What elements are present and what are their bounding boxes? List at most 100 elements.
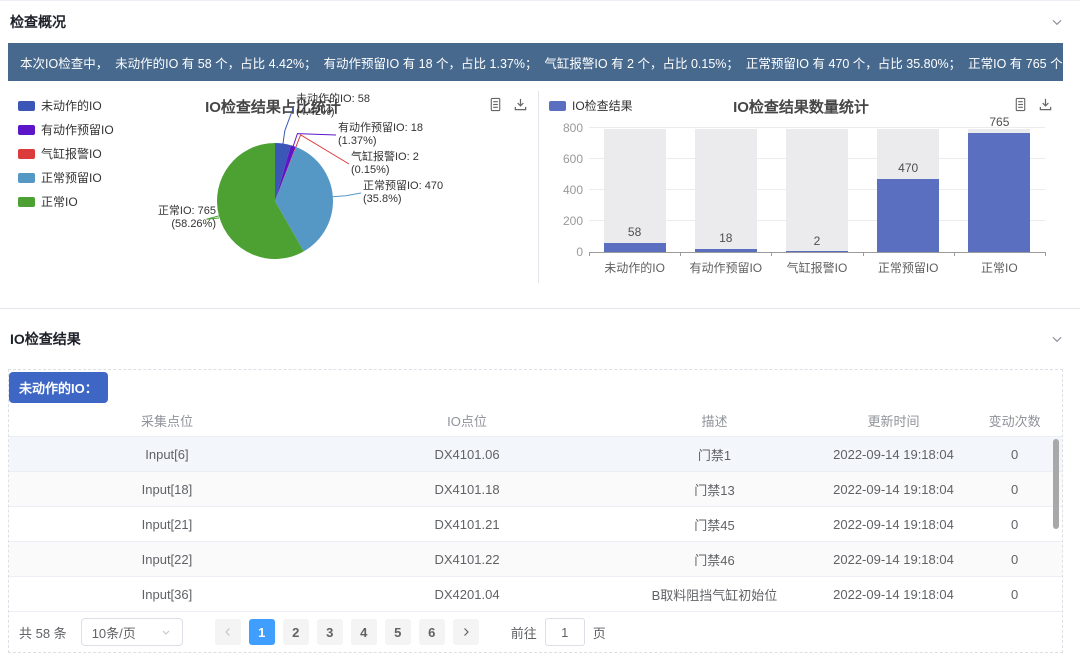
legend-item[interactable]: IO检查结果 [549, 97, 633, 114]
total-count: 共 58 条 [19, 623, 67, 642]
column-header: 采集点位 [9, 411, 325, 430]
table-cell: 2022-09-14 19:18:04 [820, 587, 967, 602]
pagination: 共 58 条 10条/页 123456 [9, 612, 1062, 652]
section-results: IO检查结果 未动作的IO： 采集点位 IO点位 描述 更新时间 变动次数 In… [0, 309, 1080, 653]
y-tick-label: 200 [543, 214, 583, 228]
pie-label-line [333, 193, 361, 197]
table-cell: 0 [967, 587, 1062, 602]
results-container: 未动作的IO： 采集点位 IO点位 描述 更新时间 变动次数 Input[6] … [8, 369, 1063, 653]
x-tick-label: 未动作的IO [589, 259, 680, 276]
legend-swatch [549, 101, 566, 111]
goto-suffix: 页 [593, 623, 606, 642]
page-button[interactable]: 4 [351, 619, 377, 645]
legend-swatch [18, 101, 35, 111]
chevron-down-icon[interactable] [1050, 15, 1064, 29]
table-cell: DX4101.18 [325, 482, 609, 497]
bar-cell: 765 [954, 129, 1045, 252]
legend-label: 气缸报警IO [41, 145, 102, 162]
bar [604, 243, 666, 252]
table-cell: Input[18] [9, 482, 325, 497]
page-button-active[interactable]: 1 [249, 619, 275, 645]
page-button[interactable]: 2 [283, 619, 309, 645]
table-row: Input[18] DX4101.18 门禁13 2022-09-14 19:1… [9, 472, 1062, 507]
table-cell: 门禁13 [609, 480, 820, 499]
table-cell: 门禁1 [609, 445, 820, 464]
overview-header: 检查概况 [0, 1, 1080, 43]
bar [968, 133, 1030, 252]
y-tick-label: 600 [543, 152, 583, 166]
results-table: 采集点位 IO点位 描述 更新时间 变动次数 Input[6] DX4101.0… [9, 405, 1062, 612]
legend-item[interactable]: 正常预留IO [18, 169, 114, 186]
table-cell: 2022-09-14 19:18:04 [820, 552, 967, 567]
bar-legend: IO检查结果 [549, 97, 633, 121]
table-cell: 2022-09-14 19:18:04 [820, 447, 967, 462]
goto-page-input[interactable] [545, 618, 585, 646]
bar-toolbox [1013, 97, 1053, 112]
y-tick-label: 800 [543, 121, 583, 135]
next-page-button[interactable] [453, 619, 479, 645]
charts-row: 未动作的IO有动作预留IO气缸报警IO正常预留IO正常IO IO检查结果占比统计 [8, 89, 1063, 285]
legend-swatch [18, 197, 35, 207]
column-header: 描述 [609, 411, 820, 430]
legend-item[interactable]: 未动作的IO [18, 97, 114, 114]
legend-item[interactable]: 正常IO [18, 193, 114, 210]
download-image-icon[interactable] [1038, 97, 1053, 112]
legend-label: IO检查结果 [572, 97, 633, 114]
axis-tick [589, 252, 590, 256]
x-tick-label: 气缸报警IO [771, 259, 862, 276]
table-cell: 0 [967, 482, 1062, 497]
pie-legend: 未动作的IO 有动作预留IO 气缸报警IO 正常预留IO 正常IO [18, 97, 114, 217]
bar-value-label: 58 [589, 225, 680, 239]
table-cell: B取料阻挡气缸初始位 [609, 585, 820, 604]
legend-item[interactable]: 气缸报警IO [18, 145, 114, 162]
legend-label: 正常预留IO [41, 169, 102, 186]
table-cell: Input[22] [9, 552, 325, 567]
section-overview: 检查概况 本次IO检查中， 未动作的IO 有 58 个，占比 4.42%； 有动… [0, 1, 1080, 285]
page-button[interactable]: 6 [419, 619, 445, 645]
legend-item[interactable]: 有动作预留IO [18, 121, 114, 138]
axis-tick [680, 252, 681, 256]
results-header: IO检查结果 [0, 309, 1080, 369]
table-row: Input[6] DX4101.06 门禁1 2022-09-14 19:18:… [9, 437, 1062, 472]
bar-plot-area: 020040060080058未动作的IO18有动作预留IO2气缸报警IO470… [589, 129, 1045, 253]
table-row: Input[21] DX4101.21 门禁45 2022-09-14 19:1… [9, 507, 1062, 542]
legend-label: 正常IO [41, 193, 78, 210]
y-tick-label: 0 [543, 245, 583, 259]
page-button[interactable]: 3 [317, 619, 343, 645]
page-size-select[interactable]: 10条/页 [81, 618, 183, 646]
chevron-down-icon[interactable] [1050, 332, 1064, 346]
axis-tick [1045, 252, 1046, 256]
axis-tick [863, 252, 864, 256]
bar [877, 179, 939, 252]
table-row: Input[22] DX4101.22 门禁46 2022-09-14 19:1… [9, 542, 1062, 577]
column-header: 更新时间 [820, 411, 967, 430]
page-size-value: 10条/页 [92, 623, 136, 642]
bar-cell: 18 [680, 129, 771, 252]
page: 检查概况 本次IO检查中， 未动作的IO 有 58 个，占比 4.42%； 有动… [0, 0, 1080, 646]
bar [786, 251, 848, 252]
table-header-row: 采集点位 IO点位 描述 更新时间 变动次数 [9, 405, 1062, 437]
table-cell: Input[36] [9, 587, 325, 602]
data-view-icon[interactable] [1013, 97, 1028, 112]
legend-swatch [18, 173, 35, 183]
summary-text: 本次IO检查中， 未动作的IO 有 58 个，占比 4.42%； 有动作预留IO… [20, 53, 1063, 72]
result-type-badge[interactable]: 未动作的IO： [9, 372, 108, 403]
overview-title: 检查概况 [10, 12, 66, 32]
bar-value-label: 765 [954, 115, 1045, 129]
chevron-left-icon [222, 626, 234, 638]
table-row: Input[36] DX4201.04 B取料阻挡气缸初始位 2022-09-1… [9, 577, 1062, 612]
x-tick-label: 有动作预留IO [680, 259, 771, 276]
chevron-down-icon [160, 626, 172, 638]
table-cell: DX4201.04 [325, 587, 609, 602]
table-cell: 门禁45 [609, 515, 820, 534]
page-number-list: 123456 [249, 619, 445, 645]
bar-value-label: 470 [863, 161, 954, 175]
table-cell: Input[21] [9, 517, 325, 532]
page-button[interactable]: 5 [385, 619, 411, 645]
table-cell: 门禁46 [609, 550, 820, 569]
goto-label: 前往 [511, 623, 537, 642]
table-scrollbar[interactable] [1053, 439, 1059, 529]
table-body: Input[6] DX4101.06 门禁1 2022-09-14 19:18:… [9, 437, 1062, 612]
column-header: IO点位 [325, 411, 609, 430]
prev-page-button[interactable] [215, 619, 241, 645]
